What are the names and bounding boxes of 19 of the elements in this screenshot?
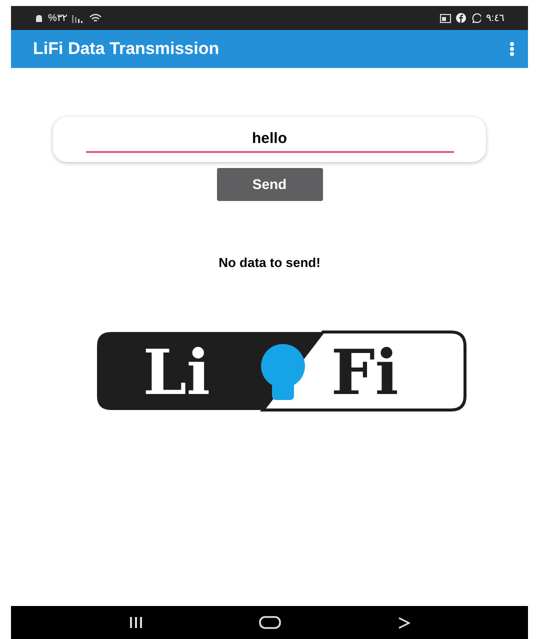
gallery-icon xyxy=(440,14,452,22)
wifi-icon xyxy=(88,13,102,23)
status-message: No data to send! xyxy=(218,254,320,272)
back-icon[interactable] xyxy=(398,616,410,628)
recent-apps-icon[interactable] xyxy=(129,617,144,628)
facebook-icon xyxy=(456,13,466,23)
light-bulb-icon xyxy=(260,344,304,400)
logo-left-text: Li xyxy=(142,336,210,408)
battery-percentage: %٣٢ xyxy=(48,12,67,26)
battery-icon xyxy=(35,14,43,22)
overflow-menu-icon[interactable] xyxy=(510,42,514,56)
signal-icon xyxy=(72,14,84,22)
chat-bubble-icon xyxy=(471,13,482,23)
app-title: LiFi Data Transmission xyxy=(33,38,220,60)
message-input-field[interactable]: hello xyxy=(86,126,454,152)
home-icon[interactable] xyxy=(259,616,282,629)
clock-time: ٩:٤٦ xyxy=(486,12,504,26)
send-button[interactable]: Send xyxy=(216,168,322,201)
logo-right-text: Fi xyxy=(330,336,398,408)
